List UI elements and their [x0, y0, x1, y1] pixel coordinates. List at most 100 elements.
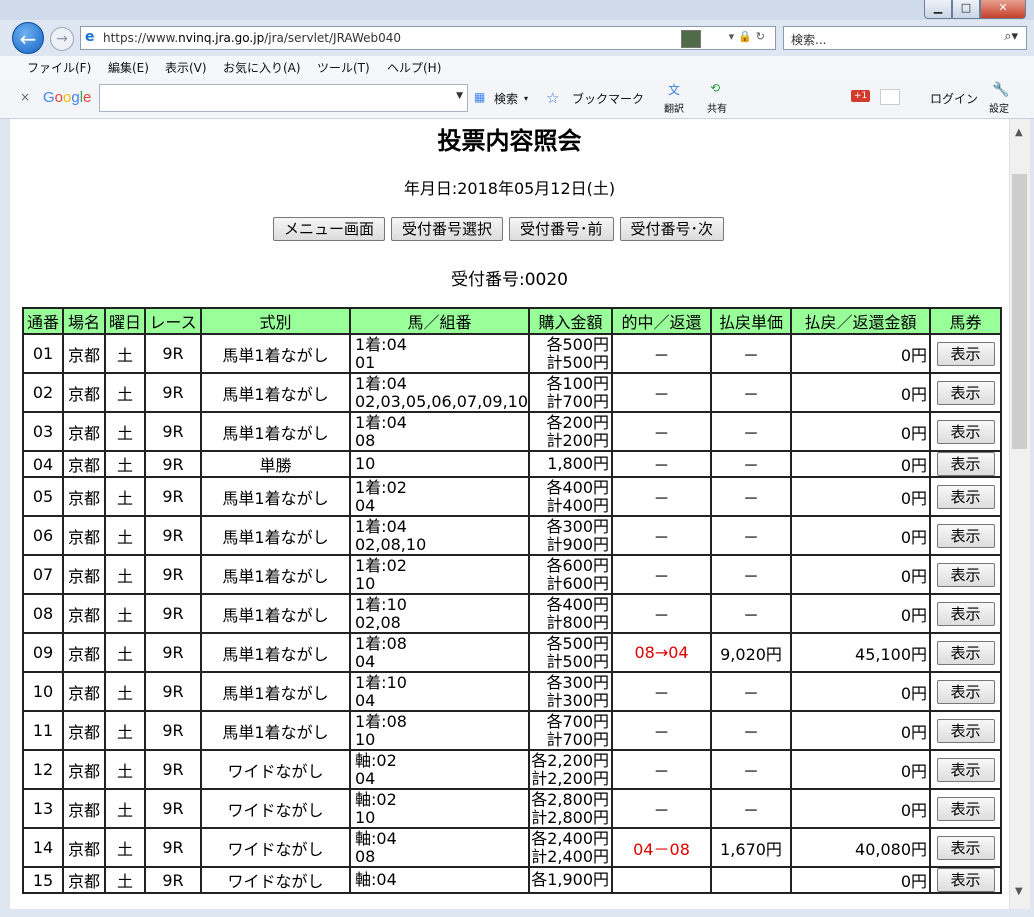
menu-bar: ファイル(F) 編集(E) 表示(V) お気に入り(A) ツール(T) ヘルプ(… [0, 56, 1034, 78]
show-ticket-button[interactable]: 表示 [936, 835, 995, 860]
forward-button[interactable]: → [50, 27, 74, 51]
receipt-prev-button[interactable]: 受付番号･前 [509, 217, 614, 241]
browser-search-box[interactable]: 検索... ⌕▾ [783, 26, 1027, 50]
cell-type: 馬単1着ながし [202, 413, 349, 450]
show-ticket-button[interactable]: 表示 [936, 452, 995, 476]
row-payout: 0円 [900, 456, 928, 475]
back-button[interactable]: ← [12, 22, 44, 54]
menu-edit[interactable]: 編集(E) [108, 59, 149, 76]
menu-help[interactable]: ヘルプ(H) [387, 59, 441, 76]
row-amount-total: 計400円 [546, 495, 610, 515]
address-bar[interactable]: e https://www.nvinq.jra.go.jp/jra/servle… [80, 26, 776, 50]
cell-unit: － [712, 790, 791, 827]
cell-place: 京都 [64, 634, 104, 671]
row-hit: － [653, 800, 670, 820]
row-combo-main: 1着:08 [355, 633, 407, 653]
scroll-down-icon[interactable]: ▼ [1015, 886, 1023, 897]
address-url[interactable]: https://www.nvinq.jra.go.jp/jra/servlet/… [103, 31, 401, 45]
dropdown-icon[interactable]: ▾ [524, 94, 528, 103]
cell-race: 9R [146, 478, 200, 515]
cell-ticket: 表示 [931, 374, 1001, 411]
row-combo-main: 1着:08 [355, 711, 407, 731]
cell-type: 馬単1着ながし [202, 673, 349, 710]
col-header-no: 通番 [24, 309, 62, 333]
show-ticket-button[interactable]: 表示 [936, 757, 995, 782]
show-ticket-button[interactable]: 表示 [936, 868, 995, 892]
show-ticket-button[interactable]: 表示 [936, 796, 995, 821]
table-row: 15 京都土 9R ワイドながし 軸:04 各1,900円 0円 表示 [24, 868, 1001, 892]
row-combo-sub: 04 [355, 768, 376, 788]
google-search-input[interactable]: ▼ [99, 84, 468, 112]
cell-place: 京都 [64, 868, 104, 892]
cell-no: 07 [24, 556, 62, 593]
row-combo-main: 1着:10 [355, 672, 407, 692]
share-icon[interactable]: ⟲ [710, 81, 720, 95]
show-ticket-button[interactable]: 表示 [936, 380, 995, 405]
row-payout: 0円 [900, 566, 928, 586]
minimize-button[interactable]: ▁ [924, 0, 952, 19]
show-ticket-button[interactable]: 表示 [936, 419, 995, 444]
receipt-select-button[interactable]: 受付番号選択 [391, 217, 504, 241]
cell-no: 13 [24, 790, 62, 827]
row-unit-price: － [743, 488, 760, 508]
scrollbar-thumb[interactable] [1012, 174, 1027, 449]
menu-screen-button[interactable]: メニュー画面 [273, 217, 386, 241]
show-ticket-button[interactable]: 表示 [936, 341, 995, 366]
cell-race: 9R [146, 452, 200, 476]
row-combo-main: 軸:02 [355, 750, 397, 770]
row-race: 9R [162, 487, 184, 506]
row-bet-type: ワイドながし [227, 839, 324, 859]
show-ticket-button[interactable]: 表示 [936, 484, 995, 509]
row-amount-total: 計300円 [546, 690, 610, 710]
google-search-button[interactable]: 検索 [494, 90, 518, 107]
cell-type: 馬単1着ながし [202, 517, 349, 554]
cell-payout: 0円 [792, 673, 930, 710]
site-image-icon[interactable] [681, 30, 701, 48]
show-ticket-button[interactable]: 表示 [936, 679, 995, 704]
search-icon[interactable]: ⌕▾ [1004, 29, 1018, 44]
vertical-scrollbar[interactable]: ▲ ▼ [1009, 119, 1030, 909]
translate-icon[interactable]: 文 [668, 81, 680, 98]
login-button[interactable]: ログイン [930, 90, 978, 107]
show-ticket-button[interactable]: 表示 [936, 718, 995, 743]
close-toolbar-icon[interactable]: × [20, 90, 30, 104]
google-search-icon[interactable]: ▦ [474, 90, 485, 104]
menu-favorites[interactable]: お気に入り(A) [223, 59, 301, 76]
row-day: 土 [116, 605, 133, 625]
chevron-down-icon[interactable]: ▼ [456, 91, 463, 101]
url-prefix: https://www. [103, 31, 179, 45]
star-icon[interactable]: ☆ [546, 89, 559, 107]
maximize-button[interactable]: □ [952, 0, 980, 19]
bookmark-button[interactable]: ブックマーク [572, 90, 644, 107]
menu-view[interactable]: 表示(V) [165, 59, 207, 76]
cell-hit: － [613, 595, 711, 632]
show-ticket-button[interactable]: 表示 [936, 562, 995, 587]
cell-place: 京都 [64, 829, 104, 866]
gplus-button[interactable]: +1 [851, 90, 871, 102]
row-amount-each: 各700円 [546, 711, 610, 731]
menu-tools[interactable]: ツール(T) [317, 59, 370, 76]
wrench-icon[interactable]: 🔧 [992, 82, 1009, 98]
row-hit: － [653, 722, 670, 742]
receipt-next-button[interactable]: 受付番号･次 [619, 217, 725, 241]
row-place: 京都 [67, 527, 100, 547]
scroll-up-icon[interactable]: ▲ [1015, 127, 1023, 138]
row-place: 京都 [67, 345, 100, 365]
translate-button[interactable]: 翻訳 [664, 100, 684, 115]
row-amount-each: 各200円 [546, 412, 610, 432]
row-bet-type: 馬単1着ながし [222, 566, 329, 586]
cell-payout: 0円 [792, 712, 930, 749]
cell-payout: 0円 [792, 452, 930, 476]
cell-no: 14 [24, 829, 62, 866]
show-ticket-button[interactable]: 表示 [936, 640, 995, 665]
show-ticket-button[interactable]: 表示 [936, 523, 995, 548]
close-window-button[interactable]: ✕ [980, 0, 1026, 19]
share-button[interactable]: 共有 [707, 100, 727, 115]
row-combo-sub: 04 [355, 495, 376, 515]
cell-combo: 1着:04 02,03,05,06,07,09,10 [351, 374, 529, 411]
settings-button[interactable]: 設定 [989, 100, 1009, 115]
show-ticket-button[interactable]: 表示 [936, 601, 995, 626]
address-controls[interactable]: ▾🔒↻ [729, 30, 769, 43]
cell-place: 京都 [64, 790, 104, 827]
menu-file[interactable]: ファイル(F) [27, 59, 91, 76]
